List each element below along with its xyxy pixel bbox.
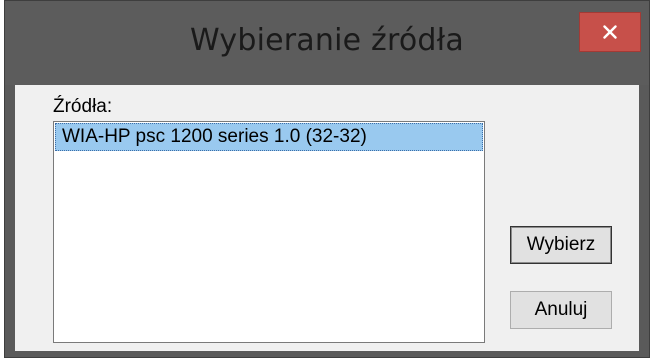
list-item[interactable]: WIA-HP psc 1200 series 1.0 (32-32) (55, 123, 483, 151)
title-bar[interactable]: Wybieranie źródła (5, 1, 649, 85)
sources-label: Źródła: (53, 96, 113, 117)
cancel-button[interactable]: Anuluj (510, 291, 612, 329)
dialog-window: Wybieranie źródła Źródła: WIA-HP psc 120… (4, 0, 650, 358)
dialog-client-area: Źródła: WIA-HP psc 1200 series 1.0 (32-3… (15, 85, 639, 351)
close-icon (603, 25, 617, 39)
window-title: Wybieranie źródła (190, 23, 464, 58)
close-button[interactable] (579, 12, 641, 52)
sources-listbox[interactable]: WIA-HP psc 1200 series 1.0 (32-32) (53, 121, 485, 343)
select-button[interactable]: Wybierz (510, 226, 612, 264)
